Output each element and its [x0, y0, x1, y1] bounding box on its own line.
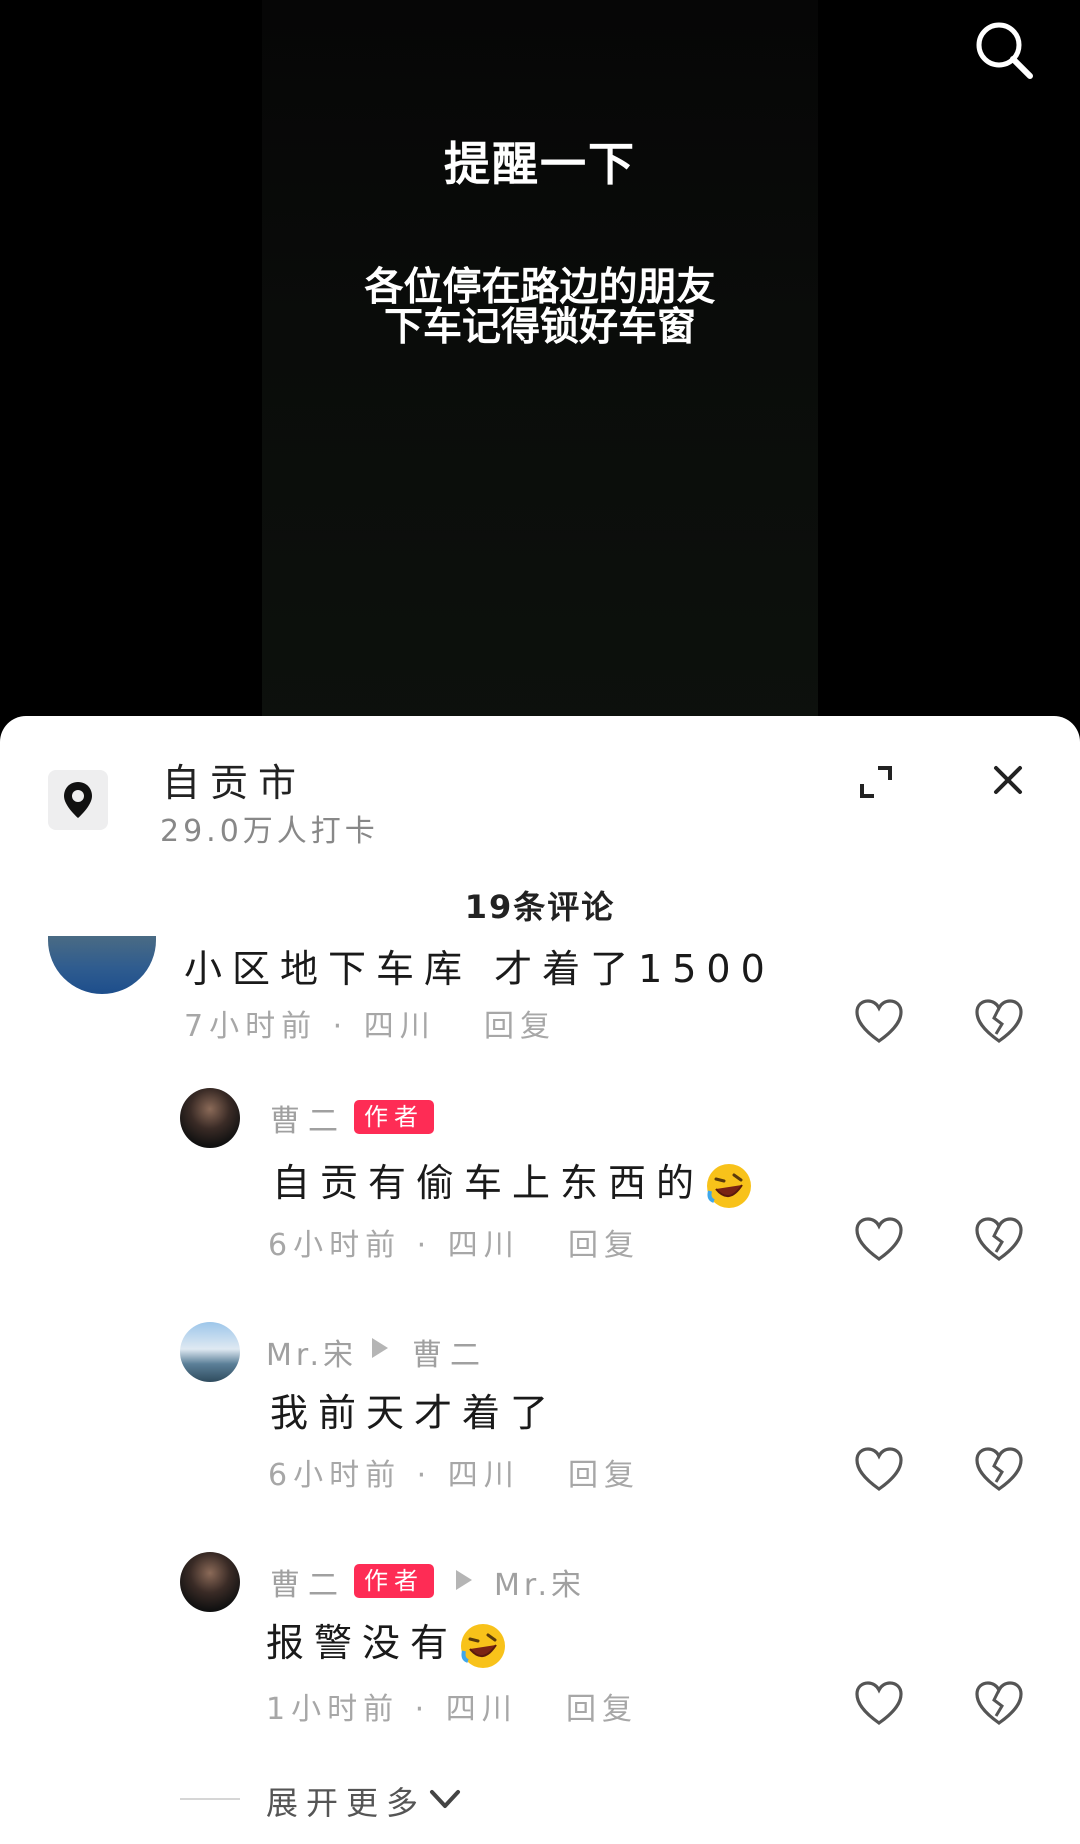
broken-heart-icon[interactable] [974, 1680, 1024, 1726]
avatar[interactable] [180, 1322, 240, 1382]
comment-text-content: 自贡有偷车上东西的 [272, 1161, 705, 1205]
close-icon [994, 766, 1022, 794]
comment-text: 自贡有偷车上东西的 [272, 1152, 754, 1211]
comment-meta: 6小时前 · 四川 [268, 1228, 520, 1263]
reply-button[interactable]: 回复 [484, 1001, 556, 1045]
location-pin-icon [64, 782, 92, 818]
reply-to-username[interactable]: 曹二 [412, 1330, 488, 1374]
divider [180, 1798, 240, 1800]
comment-text: 我前天才着了 [270, 1391, 559, 1435]
location-button[interactable] [48, 770, 108, 830]
rolling-laughing-emoji [707, 1163, 752, 1208]
comment-username[interactable]: 曹二 [270, 1560, 346, 1604]
video-caption-line: 下车记得锁好车窗 [383, 305, 696, 350]
comment-meta: 1小时前 · 四川 [266, 1692, 518, 1727]
comment-username[interactable]: Mr.宋 [266, 1330, 357, 1374]
reply-to-username[interactable]: Mr.宋 [494, 1560, 585, 1604]
expand-button[interactable] [856, 762, 896, 802]
avatar[interactable] [180, 1552, 240, 1612]
comment-count: 19条评论 [464, 888, 616, 926]
expand-icon [860, 766, 892, 798]
comment-text-content: 报警没有 [266, 1621, 459, 1665]
broken-heart-icon[interactable] [974, 1216, 1024, 1262]
reply-button[interactable]: 回复 [568, 1450, 640, 1494]
video-caption-title: 提醒一下 [444, 137, 636, 191]
rolling-laughing-emoji [461, 1623, 506, 1668]
avatar[interactable] [48, 936, 156, 994]
video-player[interactable]: 提醒一下 各位停在路边的朋友 下车记得锁好车窗 [0, 0, 1080, 740]
comment-username[interactable]: 曹二 [270, 1096, 346, 1140]
reply-button[interactable]: 回复 [568, 1220, 640, 1264]
close-button[interactable] [988, 760, 1028, 800]
location-name[interactable]: 自贡市 [162, 752, 306, 807]
expand-more-button[interactable]: 展开更多 [266, 1778, 426, 1824]
comment-text: 小区地下车库 才着了1500 [184, 947, 775, 991]
search-icon [976, 22, 1033, 79]
heart-icon[interactable] [854, 1446, 904, 1492]
reply-button[interactable]: 回复 [566, 1684, 638, 1728]
author-badge: 作者 [354, 1100, 434, 1134]
author-badge: 作者 [354, 1564, 434, 1598]
comment-text: 报警没有 [266, 1612, 508, 1671]
location-checkin-count: 29.0万人打卡 [160, 814, 379, 849]
chevron-down-icon[interactable] [428, 1784, 462, 1814]
broken-heart-icon[interactable] [974, 998, 1024, 1044]
reply-arrow-icon [372, 1338, 388, 1358]
video-frame [262, 0, 818, 740]
reply-arrow-icon [456, 1570, 472, 1590]
heart-icon[interactable] [854, 1680, 904, 1726]
comment-meta: 7小时前 · 四川 [184, 1009, 436, 1044]
comments-panel: 自贡市 29.0万人打卡 19条评论 小区地下车库 才着了1500 7小时前 ·… [0, 716, 1080, 1844]
search-button[interactable] [972, 18, 1036, 82]
heart-icon[interactable] [854, 1216, 904, 1262]
broken-heart-icon[interactable] [974, 1446, 1024, 1492]
heart-icon[interactable] [854, 998, 904, 1044]
avatar[interactable] [180, 1088, 240, 1148]
comment-meta: 6小时前 · 四川 [268, 1458, 520, 1493]
